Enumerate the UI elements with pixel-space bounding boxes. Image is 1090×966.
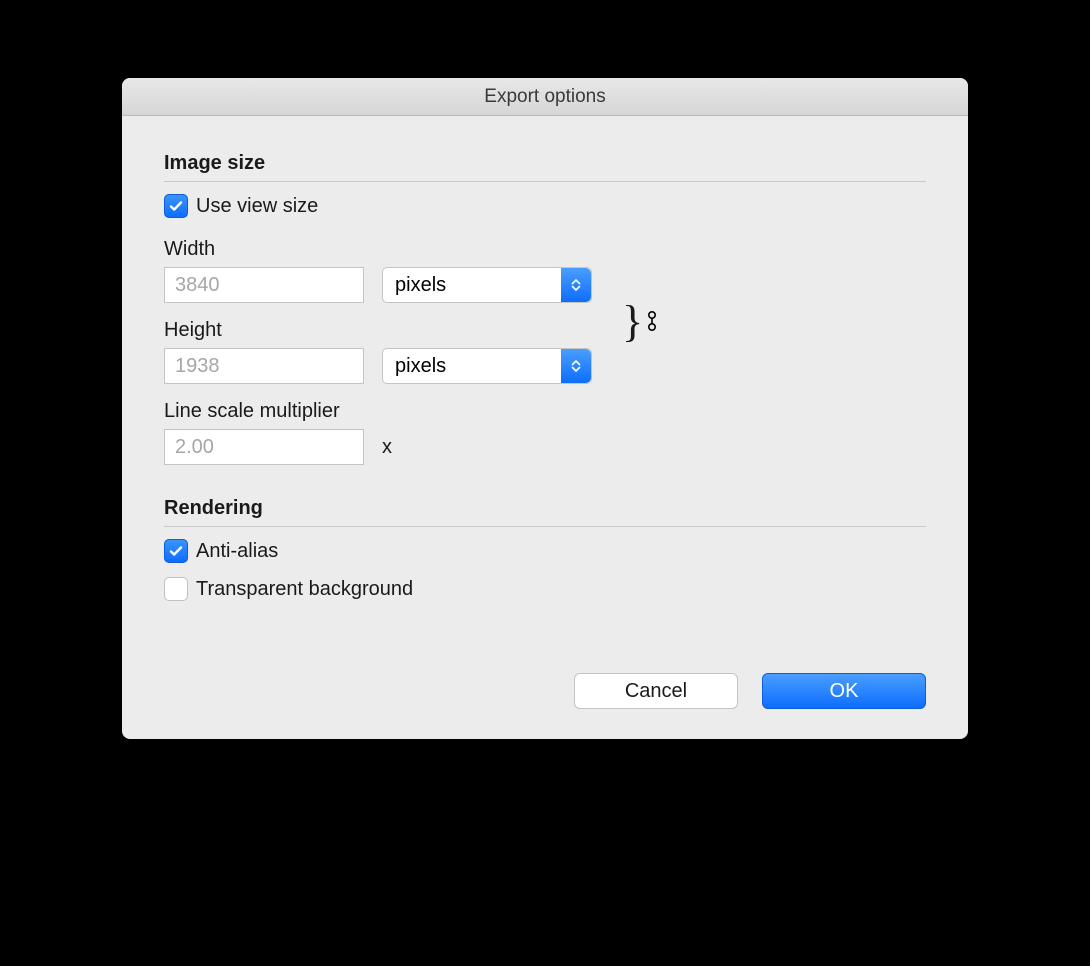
transparent-bg-label: Transparent background	[196, 578, 413, 601]
dialog-title: Export options	[484, 86, 605, 108]
width-row: pixels	[164, 267, 592, 303]
dialog-content: Image size Use view size Width pixels	[122, 116, 968, 739]
checkmark-icon	[168, 543, 184, 559]
use-view-size-row: Use view size	[164, 194, 926, 218]
aspect-lock-indicator[interactable]: }	[622, 300, 659, 344]
width-unit-select[interactable]: pixels	[382, 267, 592, 303]
height-label: Height	[164, 319, 592, 342]
export-options-dialog: Export options Image size Use view size …	[122, 78, 968, 739]
anti-alias-label: Anti-alias	[196, 540, 278, 563]
anti-alias-row: Anti-alias	[164, 539, 926, 563]
height-unit-value: pixels	[395, 355, 446, 378]
dimensions-group: Width pixels Height pixels	[164, 232, 926, 394]
cancel-button[interactable]: Cancel	[574, 673, 738, 709]
height-unit-select[interactable]: pixels	[382, 348, 592, 384]
line-scale-label: Line scale multiplier	[164, 400, 926, 423]
ok-button-label: OK	[830, 680, 859, 703]
line-scale-suffix: x	[382, 436, 392, 459]
dimensions-fields: Width pixels Height pixels	[164, 232, 592, 394]
image-size-header: Image size	[164, 152, 926, 182]
dialog-buttons: Cancel OK	[164, 673, 926, 709]
brace-icon: }	[622, 300, 643, 344]
transparent-bg-checkbox[interactable]	[164, 577, 188, 601]
select-stepper-icon	[561, 268, 591, 302]
use-view-size-checkbox[interactable]	[164, 194, 188, 218]
link-icon	[645, 302, 659, 342]
anti-alias-checkbox[interactable]	[164, 539, 188, 563]
height-input[interactable]	[164, 348, 364, 384]
line-scale-row: x	[164, 429, 926, 465]
transparent-bg-row: Transparent background	[164, 577, 926, 601]
width-label: Width	[164, 238, 592, 261]
width-input[interactable]	[164, 267, 364, 303]
use-view-size-label: Use view size	[196, 195, 318, 218]
line-scale-input[interactable]	[164, 429, 364, 465]
select-stepper-icon	[561, 349, 591, 383]
ok-button[interactable]: OK	[762, 673, 926, 709]
rendering-header: Rendering	[164, 497, 926, 527]
cancel-button-label: Cancel	[625, 680, 687, 703]
dialog-titlebar: Export options	[122, 78, 968, 116]
checkmark-icon	[168, 198, 184, 214]
height-row: pixels	[164, 348, 592, 384]
width-unit-value: pixels	[395, 274, 446, 297]
